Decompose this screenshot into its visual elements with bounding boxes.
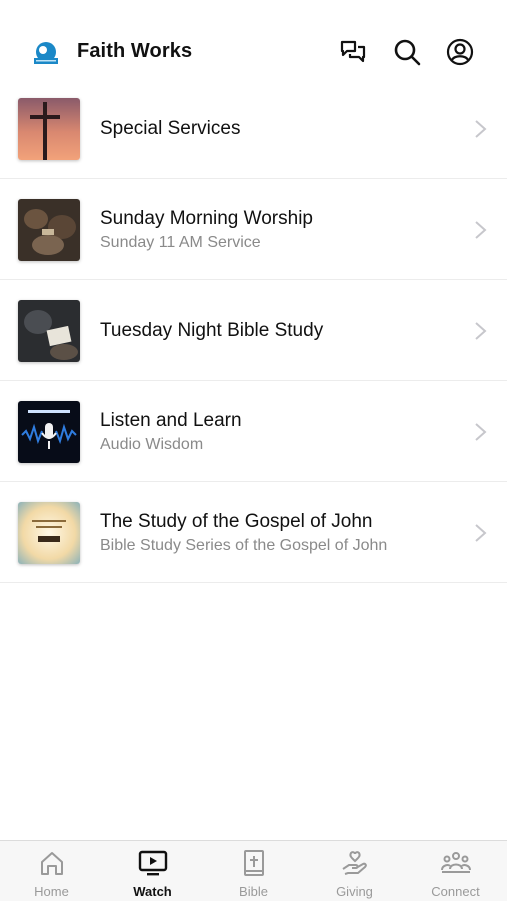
chevron-right-icon <box>473 421 489 443</box>
giving-hand-icon <box>342 851 367 875</box>
tab-label: Home <box>34 884 69 899</box>
tab-connect[interactable]: Connect <box>405 841 506 901</box>
item-title: Sunday Morning Worship <box>100 208 313 229</box>
list-item[interactable]: The Study of the Gospel of John Bible St… <box>0 482 507 583</box>
item-subtitle: Bible Study Series of the Gospel of John <box>100 537 388 554</box>
chat-icon[interactable] <box>338 37 368 67</box>
cross-sunset-thumbnail <box>18 98 80 160</box>
list-item[interactable]: Sunday Morning Worship Sunday 11 AM Serv… <box>0 179 507 280</box>
tab-label: Watch <box>133 884 172 899</box>
item-title: The Study of the Gospel of John <box>100 511 373 532</box>
chevron-right-icon <box>473 522 489 544</box>
item-title: Special Services <box>100 118 241 139</box>
tab-bible[interactable]: Bible <box>203 841 304 901</box>
tv-play-icon <box>138 850 168 876</box>
tab-bar: Home Watch Bible Giving Connect <box>0 840 507 901</box>
list-item[interactable]: Special Services <box>0 78 507 179</box>
chevron-right-icon <box>473 118 489 140</box>
chevron-right-icon <box>473 219 489 241</box>
tab-label: Giving <box>336 884 373 899</box>
tab-label: Connect <box>431 884 480 899</box>
praying-group-thumbnail <box>18 199 80 261</box>
logo-icon <box>31 40 61 66</box>
item-subtitle: Audio Wisdom <box>100 436 204 453</box>
tab-giving[interactable]: Giving <box>304 841 405 901</box>
microphone-thumbnail <box>18 401 80 463</box>
item-subtitle: Sunday 11 AM Service <box>100 234 261 251</box>
bible-reading-thumbnail <box>18 300 80 362</box>
video-list: Special Services Sunday Morning Worship … <box>0 78 507 583</box>
home-icon <box>41 852 63 875</box>
gospel-thumbnail <box>18 502 80 564</box>
search-icon[interactable] <box>392 37 422 67</box>
item-title: Listen and Learn <box>100 410 242 431</box>
item-title: Tuesday Night Bible Study <box>100 320 324 341</box>
people-icon <box>441 852 471 873</box>
chevron-right-icon <box>473 320 489 342</box>
list-item[interactable]: Listen and Learn Audio Wisdom <box>0 381 507 482</box>
list-item[interactable]: Tuesday Night Bible Study <box>0 280 507 381</box>
bible-icon <box>244 850 264 876</box>
tab-home[interactable]: Home <box>1 841 102 901</box>
tab-watch[interactable]: Watch <box>102 841 203 901</box>
app-title: Faith Works <box>77 40 193 62</box>
tab-label: Bible <box>239 884 268 899</box>
account-icon[interactable] <box>445 37 475 67</box>
